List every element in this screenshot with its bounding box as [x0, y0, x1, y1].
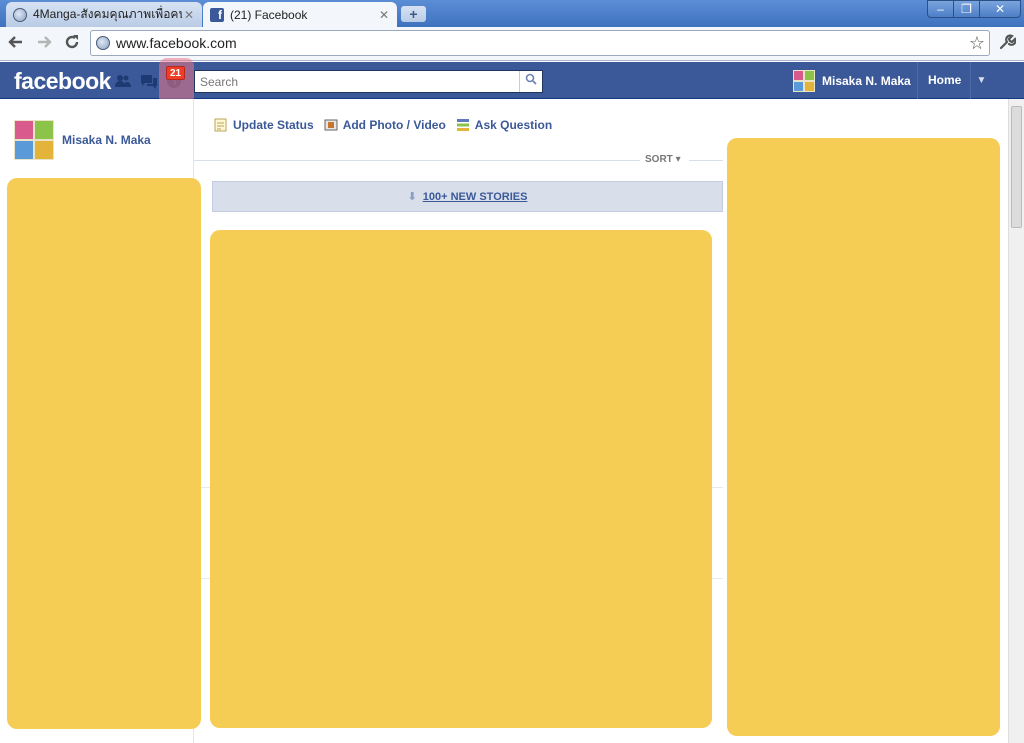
address-url[interactable]: www.facebook.com — [116, 35, 965, 51]
notification-badge[interactable]: 21 — [166, 66, 186, 80]
divider — [689, 160, 723, 161]
update-status-button[interactable]: Update Status — [214, 118, 314, 132]
add-photo-button[interactable]: Add Photo / Video — [324, 118, 446, 132]
browser-toolbar: www.facebook.com ☆ — [0, 27, 1024, 61]
globe-icon — [96, 36, 116, 50]
minimize-button[interactable]: – — [927, 0, 954, 18]
redacted-area — [210, 230, 712, 728]
home-link[interactable]: Home — [917, 62, 971, 99]
update-status-label: Update Status — [233, 118, 314, 132]
sidebar-profile[interactable]: Misaka N. Maka — [14, 120, 151, 160]
scrollbar-thumb[interactable] — [1011, 106, 1022, 228]
redacted-area — [7, 178, 201, 729]
divider — [194, 160, 640, 161]
account-menu-chevron-icon[interactable]: ▼ — [970, 62, 992, 99]
bookmark-star-icon[interactable]: ☆ — [965, 33, 989, 54]
globe-icon — [12, 7, 28, 23]
search-icon[interactable] — [519, 71, 542, 92]
ask-question-button[interactable]: Ask Question — [456, 118, 552, 132]
arrow-down-icon: ⬇ — [407, 191, 417, 203]
facebook-header: facebook Misaka N. Maka Home ▼ — [0, 62, 1024, 99]
back-arrow-icon[interactable] — [5, 33, 27, 55]
new-stories-link[interactable]: 100+ NEW STORIES — [423, 191, 528, 203]
ask-question-label: Ask Question — [474, 118, 553, 132]
address-bar[interactable]: www.facebook.com ☆ — [90, 30, 990, 56]
new-stories-bar[interactable]: ⬇ 100+ NEW STORIES — [212, 181, 723, 212]
maximize-button[interactable]: ❐ — [953, 0, 980, 18]
composer-bar: Update Status Add Photo / Video Ask Ques… — [214, 118, 562, 132]
close-icon[interactable]: ✕ — [377, 8, 391, 22]
reload-icon[interactable] — [61, 33, 83, 55]
tab-title: (21) Facebook — [230, 7, 308, 22]
messages-icon[interactable] — [140, 72, 158, 90]
sidebar-profile-name[interactable]: Misaka N. Maka — [62, 133, 151, 147]
close-icon[interactable]: ✕ — [182, 8, 196, 22]
question-list-icon — [456, 118, 470, 132]
browser-titlebar: 4Manga-สังคมคุณภาพเพื่อคนรัก ✕ f (21) Fa… — [0, 0, 1024, 27]
status-pencil-icon — [214, 118, 228, 132]
wrench-icon[interactable] — [996, 33, 1018, 55]
header-profile-link[interactable]: Misaka N. Maka — [793, 70, 911, 92]
facebook-logo[interactable]: facebook — [14, 68, 111, 95]
header-user-name[interactable]: Misaka N. Maka — [822, 74, 911, 88]
facebook-icon: f — [209, 7, 225, 23]
search-input[interactable] — [195, 71, 519, 92]
sort-label: SORT — [645, 154, 673, 165]
avatar[interactable] — [14, 120, 54, 160]
forward-arrow-icon[interactable] — [33, 33, 55, 55]
friend-requests-icon[interactable] — [114, 72, 132, 90]
sort-dropdown[interactable]: SORT ▾ — [645, 154, 681, 165]
search-box[interactable] — [194, 70, 543, 93]
photo-icon — [324, 118, 338, 132]
new-tab-button[interactable]: + — [401, 6, 426, 22]
avatar — [793, 70, 815, 92]
add-photo-label: Add Photo / Video — [342, 118, 446, 132]
tab-facebook[interactable]: f (21) Facebook ✕ — [203, 2, 397, 27]
tab-title: 4Manga-สังคมคุณภาพเพื่อคนรัก — [33, 7, 182, 21]
redacted-area — [727, 138, 1000, 736]
tab-4manga[interactable]: 4Manga-สังคมคุณภาพเพื่อคนรัก ✕ — [6, 2, 202, 27]
chevron-down-icon: ▾ — [675, 154, 681, 165]
window-close-button[interactable]: ✕ — [979, 0, 1021, 18]
